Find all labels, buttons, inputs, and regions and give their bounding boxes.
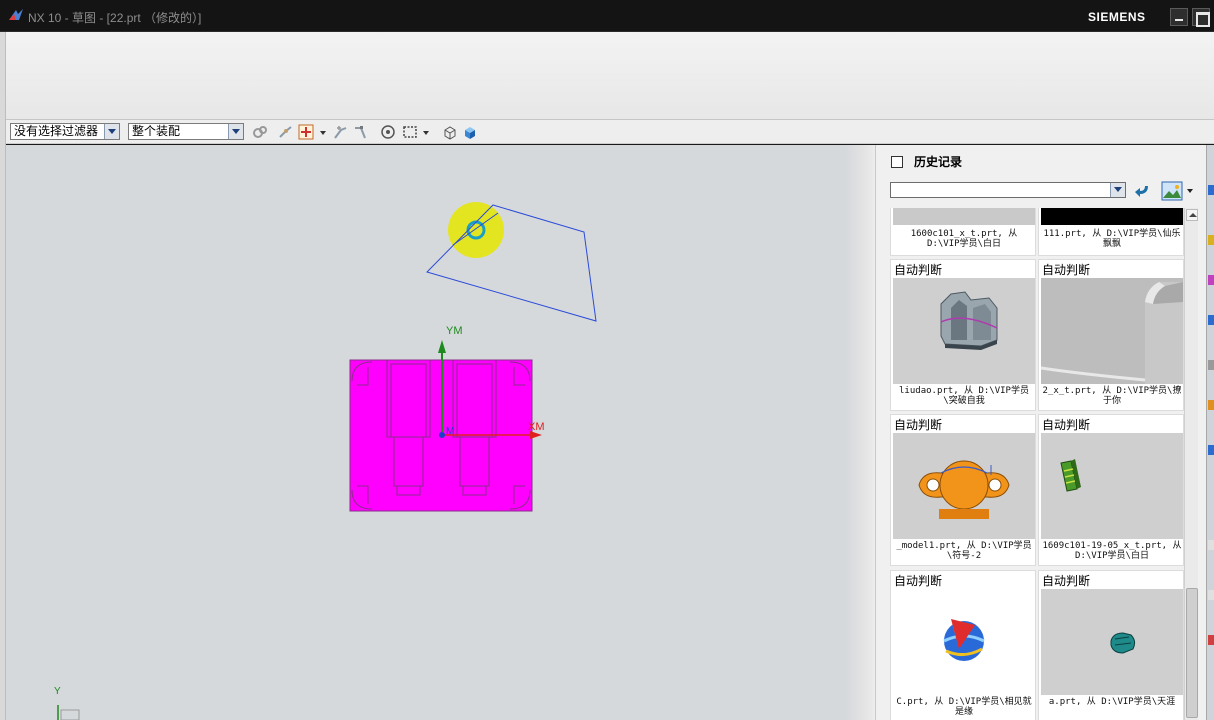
item-thumbnail (893, 208, 1035, 225)
graphics-viewport[interactable]: YM XM M Y (6, 145, 846, 720)
gallery-scrollbar[interactable] (1184, 208, 1198, 720)
item-type-label: 自动判断 (1042, 263, 1091, 277)
item-thumbnail (1041, 208, 1183, 225)
history-item[interactable]: 111.prt, 从 D:\VIP学员\仙乐飘飘 (1038, 208, 1184, 256)
item-thumbnail (893, 589, 1035, 695)
item-type-label: 自动判断 (894, 263, 943, 277)
history-title: 历史记录 (914, 155, 963, 169)
endpoint-icon[interactable] (332, 124, 348, 140)
item-caption: 111.prt, 从 D:\VIP学员\仙乐飘飘 (1043, 229, 1181, 249)
cursor-highlight (448, 202, 504, 258)
view-triad (57, 705, 80, 720)
surface-part-icon (1041, 278, 1183, 384)
history-gallery: 1600c101_x_t.prt, 从 D:\VIP学员\白日 111.prt,… (888, 208, 1184, 720)
history-item[interactable]: 自动判断 C.prt, 从 D:\VIP学员\相见就是缘 (890, 570, 1036, 720)
chevron-down-icon[interactable] (228, 124, 243, 139)
item-thumbnail (1041, 589, 1183, 695)
maximize-button[interactable] (1192, 8, 1210, 27)
resource-tab-icon[interactable] (1208, 235, 1214, 245)
point-dialog-icon[interactable] (298, 124, 314, 140)
pin-checkbox[interactable] (891, 156, 903, 168)
ribbon-area (6, 32, 1214, 120)
title-bar: NX 10 - 草图 - [22.prt （修改的）] SIEMENS (0, 0, 1214, 32)
wireframe-cube-icon[interactable] (442, 124, 458, 140)
type-filter-select[interactable]: 没有选择过滤器 (10, 123, 120, 140)
chevron-down-icon[interactable] (1110, 183, 1125, 197)
selection-toolbar: 没有选择过滤器 整个装配 (6, 120, 1214, 144)
item-thumbnail (893, 278, 1035, 384)
selection-scope-value: 整个装配 (132, 124, 181, 138)
midpoint-icon[interactable] (352, 124, 368, 140)
item-thumbnail (893, 433, 1035, 539)
resource-tab-icon[interactable] (1208, 275, 1214, 285)
resource-tab-icon[interactable] (1208, 540, 1214, 550)
item-type-label: 自动判断 (1042, 418, 1091, 432)
small-part-icon (1110, 632, 1136, 654)
brand-logo: SIEMENS (1088, 10, 1146, 24)
item-thumbnail (1041, 278, 1183, 384)
resource-tab-icon[interactable] (1208, 315, 1214, 325)
palette-options-icon[interactable] (1187, 189, 1193, 193)
flange-part-icon (918, 460, 1010, 519)
board-part-icon (1060, 459, 1081, 492)
history-item[interactable]: 自动判断 1609c101-19-05_x_t.prt, 从 D:\VIP学员\… (1038, 414, 1184, 566)
item-thumbnail (1041, 433, 1183, 539)
item-caption: 1609c101-19-05_x_t.prt, 从 D:\VIP学员\白日 (1042, 541, 1182, 561)
resource-tab-icon[interactable] (1208, 400, 1214, 410)
snap-point-icon[interactable] (278, 124, 294, 140)
history-filter-select[interactable] (890, 182, 1126, 198)
rectangle-select-icon[interactable] (402, 124, 418, 140)
general-selection-icon[interactable] (252, 124, 268, 140)
selection-scope-select[interactable]: 整个装配 (128, 123, 244, 140)
quadrant-point-icon[interactable] (380, 124, 396, 140)
item-caption: 1600c101_x_t.prt, 从 D:\VIP学员\白日 (910, 229, 1018, 249)
resource-bar-divider[interactable] (846, 145, 876, 720)
item-caption: _model1.prt, 从 D:\VIP学员\符号-2 (896, 541, 1032, 561)
item-type-label: 自动判断 (894, 418, 943, 432)
item-caption: a.prt, 从 D:\VIP学员\天涯 (1048, 697, 1176, 707)
resource-bar (1206, 145, 1214, 720)
resource-tab-icon[interactable] (1208, 445, 1214, 455)
dropdown-arrow-icon[interactable] (422, 124, 430, 140)
item-caption: C.prt, 从 D:\VIP学员\相见就是缘 (896, 697, 1032, 717)
scroll-up-button[interactable] (1186, 209, 1198, 221)
nx-logo-icon (943, 619, 985, 661)
history-item[interactable]: 自动判断 a.prt, 从 D:\VIP学员\天涯 (1038, 570, 1184, 720)
resource-tab-icon[interactable] (1208, 185, 1214, 195)
window-title: NX 10 - 草图 - [22.prt （修改的）] (28, 11, 202, 25)
type-filter-value: 没有选择过滤器 (14, 124, 99, 138)
thumbnail-view-icon[interactable] (1161, 181, 1183, 201)
item-type-label: 自动判断 (894, 574, 943, 588)
liudao-part-icon (940, 291, 998, 350)
item-caption: 2_x_t.prt, 从 D:\VIP学员\撩于你 (1042, 386, 1182, 406)
shaded-cube-icon[interactable] (462, 124, 478, 140)
history-item[interactable]: 1600c101_x_t.prt, 从 D:\VIP学员\白日 (890, 208, 1036, 256)
chevron-down-icon[interactable] (104, 124, 119, 139)
nx-app-icon[interactable] (8, 8, 24, 22)
undo-arrow-icon[interactable] (1134, 182, 1152, 200)
dropdown-arrow-icon[interactable] (319, 124, 327, 140)
triad-label-y: Y (54, 686, 61, 697)
minimize-button[interactable] (1170, 8, 1188, 26)
axis-label-ym: YM (446, 325, 463, 337)
history-item[interactable]: 自动判断 _model1.prt, 从 D:\VIP学员\符号-2 (890, 414, 1036, 566)
item-caption: liudao.prt, 从 D:\VIP学员\突破自我 (899, 386, 1029, 406)
scroll-thumb[interactable] (1186, 588, 1198, 718)
resource-tab-icon[interactable] (1208, 635, 1214, 645)
history-item[interactable]: 自动判断 liudao.prt, 从 D:\VIP学员\突破自我 (890, 259, 1036, 411)
resource-tab-icon[interactable] (1208, 360, 1214, 370)
axis-label-xm: XM (528, 421, 545, 433)
item-type-label: 自动判断 (1042, 574, 1091, 588)
axis-label-zm: M (446, 426, 454, 437)
resource-tab-icon[interactable] (1208, 590, 1214, 600)
history-palette: 历史记录 1600c101_x_t.prt, 从 D:\VIP学员\白日 111… (876, 145, 1206, 720)
history-item[interactable]: 自动判断 2_x_t.prt, 从 D:\VIP学员\撩于你 (1038, 259, 1184, 411)
